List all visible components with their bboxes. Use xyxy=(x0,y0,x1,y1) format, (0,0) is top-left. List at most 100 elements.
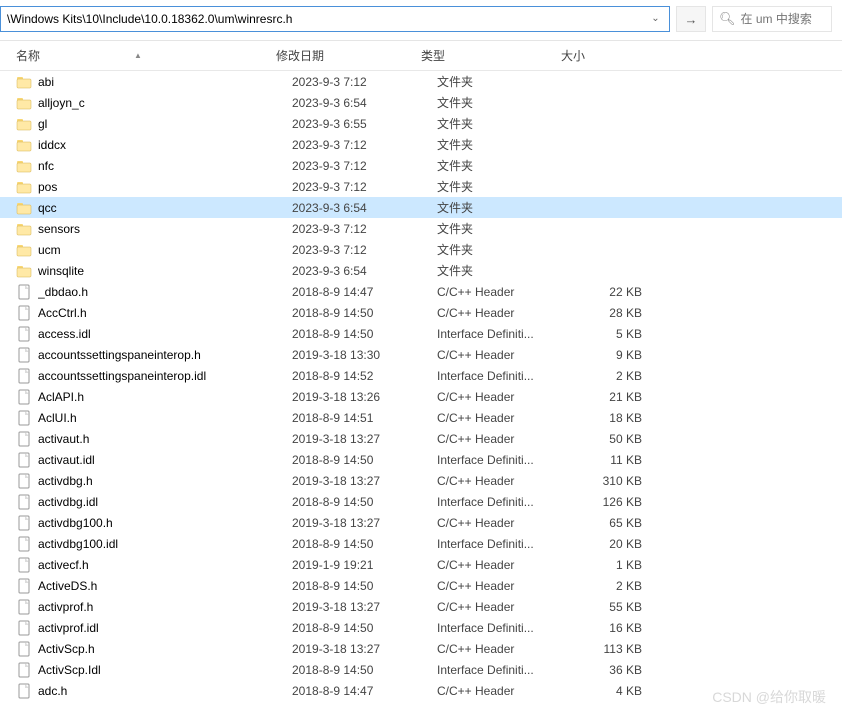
file-row[interactable]: AccCtrl.h2018-8-9 14:50C/C++ Header28 KB xyxy=(0,302,842,323)
file-row[interactable]: _dbdao.h2018-8-9 14:47C/C++ Header22 KB xyxy=(0,281,842,302)
folder-icon xyxy=(16,200,32,216)
file-size: 9 KB xyxy=(577,348,642,362)
column-type[interactable]: 类型 xyxy=(421,47,561,64)
file-name: gl xyxy=(38,117,292,131)
file-row[interactable]: accountssettingspaneinterop.h2019-3-18 1… xyxy=(0,344,842,365)
file-row[interactable]: AclUI.h2018-8-9 14:51C/C++ Header18 KB xyxy=(0,407,842,428)
file-name: qcc xyxy=(38,201,292,215)
file-type: C/C++ Header xyxy=(437,579,577,593)
file-type: 文件夹 xyxy=(437,157,577,174)
go-button[interactable]: → xyxy=(676,6,706,32)
file-row[interactable]: abi2023-9-3 7:12文件夹 xyxy=(0,71,842,92)
file-row[interactable]: iddcx2023-9-3 7:12文件夹 xyxy=(0,134,842,155)
file-date: 2019-3-18 13:26 xyxy=(292,390,437,404)
file-date: 2023-9-3 7:12 xyxy=(292,222,437,236)
file-type: C/C++ Header xyxy=(437,474,577,488)
file-name: activecf.h xyxy=(38,558,292,572)
file-size: 21 KB xyxy=(577,390,642,404)
file-type: C/C++ Header xyxy=(437,285,577,299)
file-row[interactable]: winsqlite2023-9-3 6:54文件夹 xyxy=(0,260,842,281)
file-size: 50 KB xyxy=(577,432,642,446)
file-row[interactable]: activdbg.h2019-3-18 13:27C/C++ Header310… xyxy=(0,470,842,491)
file-row[interactable]: gl2023-9-3 6:55文件夹 xyxy=(0,113,842,134)
file-size: 65 KB xyxy=(577,516,642,530)
file-row[interactable]: ActivScp.Idl2018-8-9 14:50Interface Defi… xyxy=(0,659,842,680)
file-row[interactable]: ActivScp.h2019-3-18 13:27C/C++ Header113… xyxy=(0,638,842,659)
file-row[interactable]: activprof.h2019-3-18 13:27C/C++ Header55… xyxy=(0,596,842,617)
file-row[interactable]: qcc2023-9-3 6:54文件夹 xyxy=(0,197,842,218)
file-size: 20 KB xyxy=(577,537,642,551)
address-bar[interactable]: ⌄ xyxy=(0,6,670,32)
file-icon xyxy=(16,473,32,489)
folder-icon xyxy=(16,74,32,90)
folder-icon xyxy=(16,221,32,237)
file-type: 文件夹 xyxy=(437,115,577,132)
file-name: activdbg100.h xyxy=(38,516,292,530)
file-name: ActivScp.h xyxy=(38,642,292,656)
file-row[interactable]: activecf.h2019-1-9 19:21C/C++ Header1 KB xyxy=(0,554,842,575)
column-headers: 名称 ▲ 修改日期 类型 大小 xyxy=(0,41,842,71)
column-date[interactable]: 修改日期 xyxy=(276,47,421,64)
file-row[interactable]: activdbg.idl2018-8-9 14:50Interface Defi… xyxy=(0,491,842,512)
file-type: Interface Definiti... xyxy=(437,663,577,677)
file-type: 文件夹 xyxy=(437,94,577,111)
file-type: C/C++ Header xyxy=(437,642,577,656)
folder-icon xyxy=(16,263,32,279)
file-date: 2019-3-18 13:27 xyxy=(292,432,437,446)
file-type: Interface Definiti... xyxy=(437,537,577,551)
file-row[interactable]: ucm2023-9-3 7:12文件夹 xyxy=(0,239,842,260)
file-icon xyxy=(16,305,32,321)
file-type: C/C++ Header xyxy=(437,600,577,614)
file-row[interactable]: AclAPI.h2019-3-18 13:26C/C++ Header21 KB xyxy=(0,386,842,407)
file-date: 2018-8-9 14:50 xyxy=(292,621,437,635)
file-name: _dbdao.h xyxy=(38,285,292,299)
search-input[interactable] xyxy=(741,12,825,26)
file-icon xyxy=(16,578,32,594)
file-type: Interface Definiti... xyxy=(437,369,577,383)
column-name[interactable]: 名称 ▲ xyxy=(16,47,276,64)
file-icon xyxy=(16,452,32,468)
file-type: 文件夹 xyxy=(437,178,577,195)
address-input[interactable] xyxy=(7,12,647,26)
file-date: 2019-3-18 13:27 xyxy=(292,642,437,656)
file-date: 2023-9-3 6:54 xyxy=(292,264,437,278)
file-row[interactable]: activdbg100.idl2018-8-9 14:50Interface D… xyxy=(0,533,842,554)
search-box[interactable]: 🔍︎ xyxy=(712,6,832,32)
file-name: winsqlite xyxy=(38,264,292,278)
file-date: 2018-8-9 14:50 xyxy=(292,327,437,341)
file-row[interactable]: alljoyn_c2023-9-3 6:54文件夹 xyxy=(0,92,842,113)
file-date: 2018-8-9 14:50 xyxy=(292,579,437,593)
file-row[interactable]: activaut.idl2018-8-9 14:50Interface Defi… xyxy=(0,449,842,470)
file-row[interactable]: activdbg100.h2019-3-18 13:27C/C++ Header… xyxy=(0,512,842,533)
file-name: access.idl xyxy=(38,327,292,341)
file-icon xyxy=(16,557,32,573)
file-row[interactable]: accountssettingspaneinterop.idl2018-8-9 … xyxy=(0,365,842,386)
file-name: activdbg.idl xyxy=(38,495,292,509)
file-row[interactable]: sensors2023-9-3 7:12文件夹 xyxy=(0,218,842,239)
folder-icon xyxy=(16,137,32,153)
file-row[interactable]: activprof.idl2018-8-9 14:50Interface Def… xyxy=(0,617,842,638)
folder-icon xyxy=(16,116,32,132)
file-row[interactable]: pos2023-9-3 7:12文件夹 xyxy=(0,176,842,197)
file-type: 文件夹 xyxy=(437,73,577,90)
file-date: 2018-8-9 14:50 xyxy=(292,537,437,551)
file-type: C/C++ Header xyxy=(437,516,577,530)
file-size: 1 KB xyxy=(577,558,642,572)
file-name: adc.h xyxy=(38,684,292,698)
folder-icon xyxy=(16,95,32,111)
file-row[interactable]: activaut.h2019-3-18 13:27C/C++ Header50 … xyxy=(0,428,842,449)
file-name: abi xyxy=(38,75,292,89)
file-row[interactable]: access.idl2018-8-9 14:50Interface Defini… xyxy=(0,323,842,344)
file-size: 126 KB xyxy=(577,495,642,509)
file-date: 2023-9-3 6:54 xyxy=(292,201,437,215)
file-icon xyxy=(16,515,32,531)
file-date: 2018-8-9 14:50 xyxy=(292,453,437,467)
column-size[interactable]: 大小 xyxy=(561,47,641,64)
file-row[interactable]: adc.h2018-8-9 14:47C/C++ Header4 KB xyxy=(0,680,842,701)
file-size: 18 KB xyxy=(577,411,642,425)
file-date: 2023-9-3 7:12 xyxy=(292,159,437,173)
file-name: accountssettingspaneinterop.h xyxy=(38,348,292,362)
file-row[interactable]: ActiveDS.h2018-8-9 14:50C/C++ Header2 KB xyxy=(0,575,842,596)
file-row[interactable]: nfc2023-9-3 7:12文件夹 xyxy=(0,155,842,176)
address-dropdown-icon[interactable]: ⌄ xyxy=(651,13,663,25)
